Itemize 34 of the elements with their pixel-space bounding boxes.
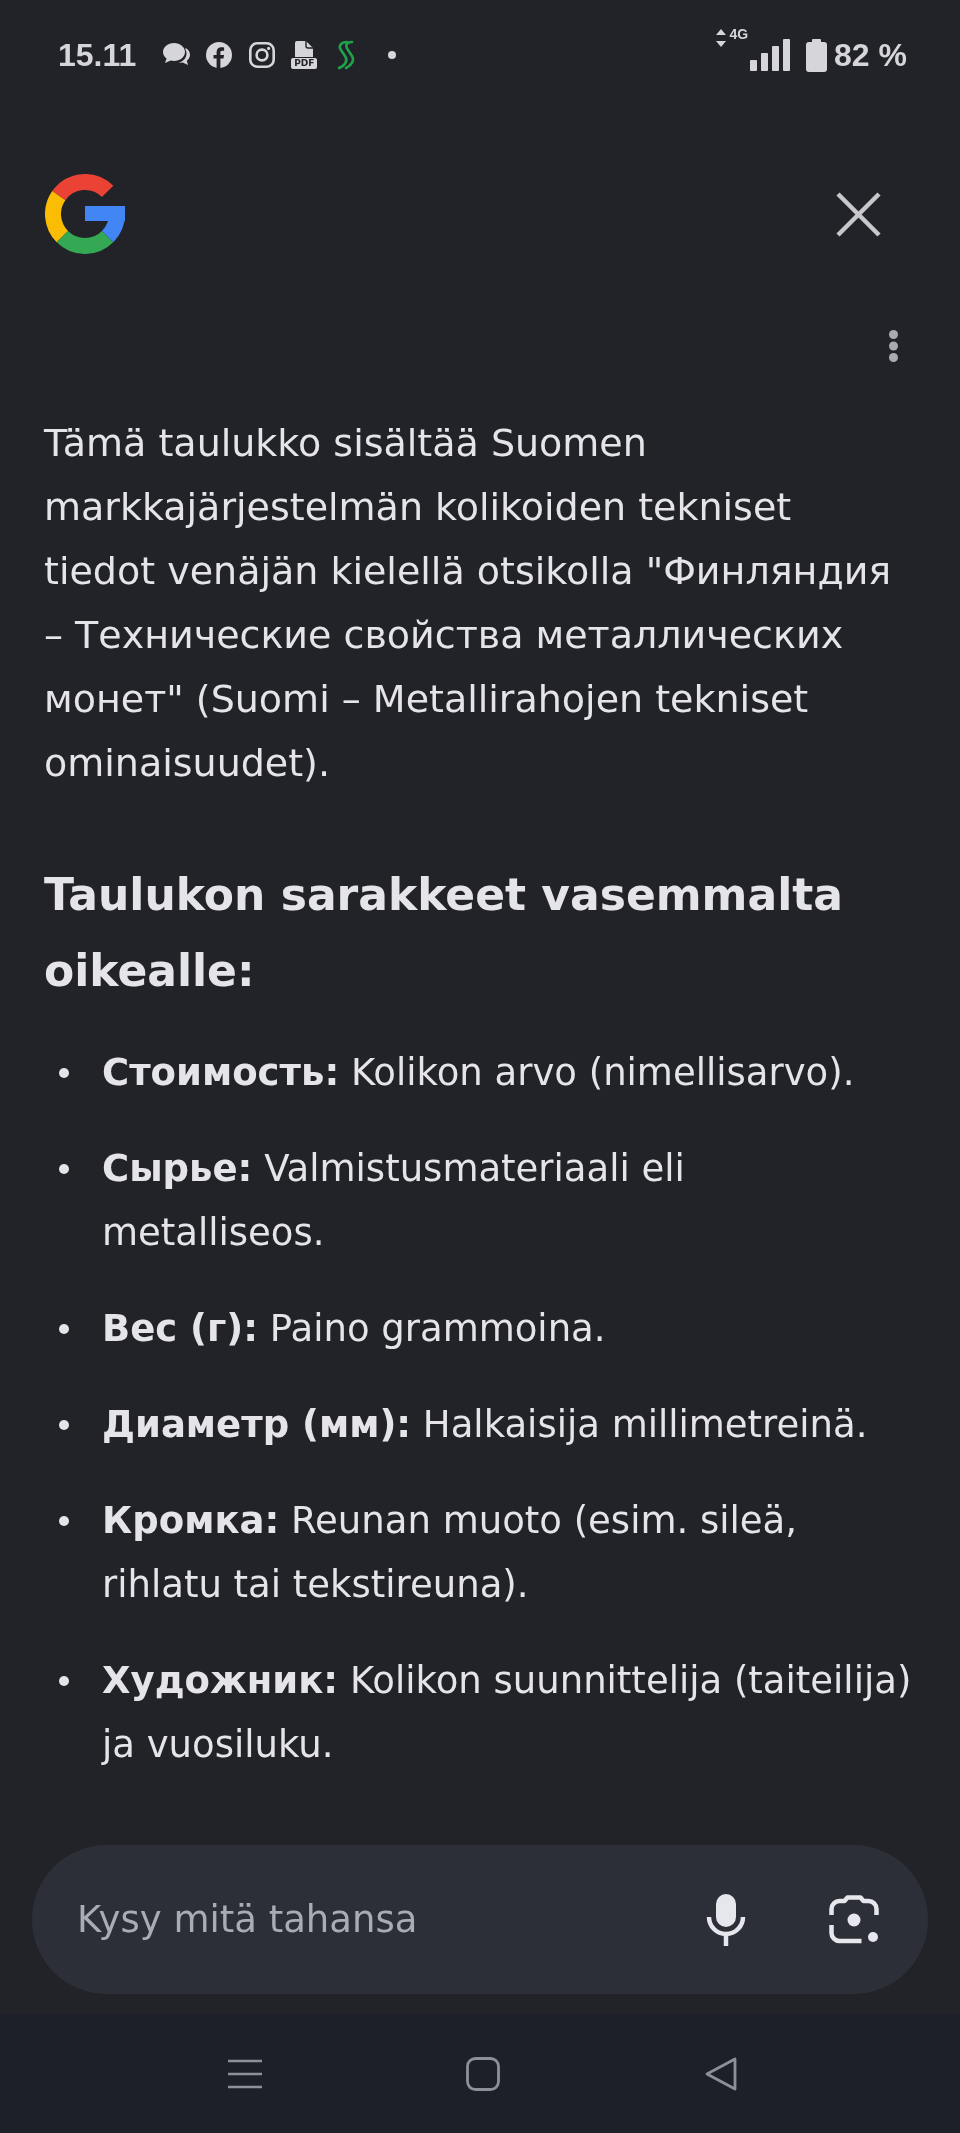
column-description: Сырье: Valmistusmateriaali eli metalliseos.	[102, 1146, 686, 1256]
column-description: Художник: Kolikon suunnittelija (taiteilija) ja vuosiluku.	[102, 1658, 913, 1768]
network-type-label: 4G	[729, 26, 749, 41]
s-logo-icon	[335, 40, 356, 70]
more-options-icon	[888, 330, 898, 362]
three-lines-icon	[228, 2058, 262, 2089]
bullet-icon	[59, 1420, 69, 1430]
battery-percentage: 82 %	[834, 39, 907, 71]
bullet-icon	[59, 1164, 69, 1174]
column-description: Диаметр (мм): Halkaisija millimetreinä.	[102, 1402, 869, 1448]
close-button[interactable]	[836, 191, 881, 237]
camera-lens-icon	[829, 1895, 879, 1944]
microphone-icon	[706, 1893, 746, 1946]
status-time: 15.11	[58, 39, 137, 71]
rounded-square-icon	[466, 2056, 500, 2091]
signal-icon	[750, 39, 791, 71]
instagram-icon	[249, 42, 276, 68]
close-icon	[836, 191, 881, 237]
search-field[interactable]: Kysy mitä tahansa	[32, 1845, 928, 1994]
section-heading: Taulukon sarakkeet vasemmalta oikealle:	[44, 868, 844, 998]
battery-icon	[806, 38, 828, 72]
back-triangle-icon	[705, 2056, 737, 2091]
bullet-icon	[59, 1676, 69, 1686]
column-description: Вес (г): Paino grammoina.	[102, 1306, 607, 1352]
data-arrows-icon	[716, 28, 727, 47]
chat-bubbles-icon	[162, 42, 191, 68]
column-description: Кромка: Reunan muoto (esim. sileä, rihlatu tai tekstireuna).	[102, 1498, 799, 1608]
bullet-icon	[59, 1068, 69, 1078]
bullet-icon	[59, 1324, 69, 1334]
bullet-icon	[59, 1516, 69, 1526]
facebook-icon	[206, 42, 233, 68]
answer-paragraph: Tämä taulukko sisältää Suomen markkajärjestelmän kolikoiden tekniset tiedot venäjän kielellä otsikolla "Финляндия – Технические свойства металлических монет" (Suomi – Metallirahojen tekniset ominaisuudet).	[44, 420, 893, 787]
column-description: Стоимость: Kolikon arvo (nimellisarvo).	[102, 1050, 856, 1096]
ask-input-field[interactable]: Kysy mitä tahansa	[77, 1874, 696, 1965]
